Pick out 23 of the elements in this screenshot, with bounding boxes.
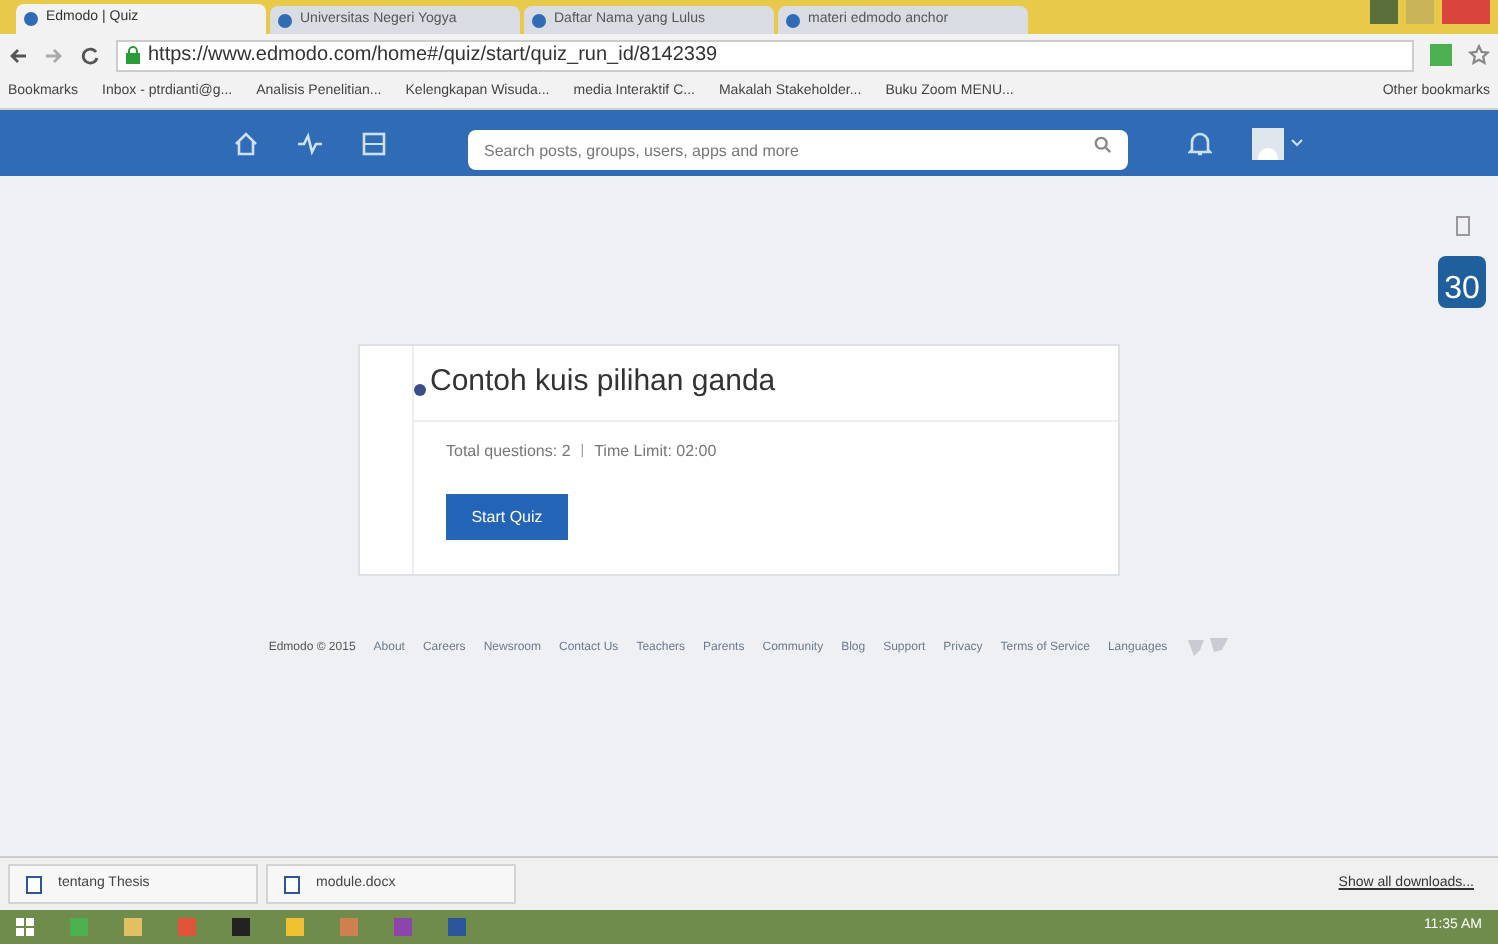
search-field[interactable]: Search posts, groups, users, apps and more [468, 130, 1128, 170]
quiz-title: Contoh kuis pilihan ganda [430, 361, 776, 401]
address-bar[interactable]: https://www.edmodo.com/home#/quiz/start/quiz_run_id/8142339 [116, 39, 1414, 71]
document-icon [26, 875, 42, 893]
home-icon[interactable] [232, 129, 260, 157]
calendar-badge[interactable]: 30 [1438, 256, 1486, 308]
start-quiz-button[interactable]: Start Quiz [446, 494, 568, 540]
activity-icon[interactable] [296, 129, 324, 157]
url-text: https://www.edmodo.com/home#/quiz/start/quiz_run_id/8142339 [148, 42, 718, 70]
forward-icon[interactable] [44, 45, 64, 65]
search-icon [1094, 135, 1112, 153]
windows-start-icon[interactable] [16, 918, 34, 936]
document-icon [284, 875, 300, 893]
reload-icon[interactable] [80, 45, 100, 65]
calendar-day: 30 [1444, 274, 1480, 306]
star-icon[interactable] [1468, 44, 1490, 66]
avatar[interactable] [1252, 127, 1284, 159]
bell-icon[interactable] [1188, 129, 1212, 157]
time-limit-text: Time Limit: 02:00 [594, 440, 717, 464]
lock-icon [126, 46, 140, 64]
caret-icon[interactable] [1290, 138, 1304, 148]
back-icon[interactable] [8, 45, 28, 65]
total-questions-text: Total questions: 2 [446, 440, 571, 464]
